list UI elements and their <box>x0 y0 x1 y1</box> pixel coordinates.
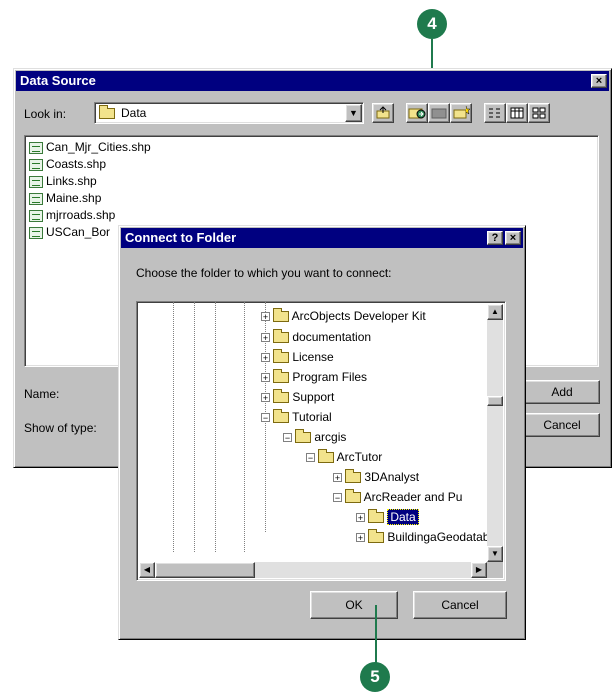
folder-icon <box>273 409 289 424</box>
folder-icon <box>273 329 289 344</box>
tree-item[interactable]: + ArcObjects Developer Kit <box>261 307 426 325</box>
scroll-thumb[interactable] <box>155 562 255 578</box>
scroll-left-icon[interactable]: ◀ <box>139 562 155 578</box>
tree-item[interactable]: + 3DAnalyst <box>333 468 419 486</box>
list-item[interactable]: USCan_Bor <box>29 224 110 240</box>
close-icon[interactable]: × <box>505 231 521 245</box>
connect-title: Connect to Folder <box>125 230 237 245</box>
list-item[interactable]: Can_Mjr_Cities.shp <box>29 139 151 155</box>
list-item[interactable]: Coasts.shp <box>29 156 106 172</box>
tree-guide-line <box>244 302 245 552</box>
details-view-icon[interactable] <box>506 103 528 123</box>
step-callout-5: 5 <box>360 662 390 692</box>
folder-icon <box>295 429 311 444</box>
folder-icon <box>368 529 384 544</box>
scroll-right-icon[interactable]: ▶ <box>471 562 487 578</box>
folder-icon <box>345 489 361 504</box>
tree-item[interactable]: + Program Files <box>261 368 367 386</box>
tree-item-selected[interactable]: + Data <box>356 508 419 526</box>
scroll-down-icon[interactable]: ▼ <box>487 546 503 562</box>
folder-icon <box>345 469 361 484</box>
data-source-titlebar: Data Source × <box>16 71 609 91</box>
chevron-down-icon[interactable]: ▼ <box>345 104 362 122</box>
look-in-label: Look in: <box>24 107 67 121</box>
step-callout-4: 4 <box>417 9 447 39</box>
cancel-button[interactable]: Cancel <box>524 413 600 437</box>
callout-leader-5 <box>375 605 377 664</box>
folder-icon <box>273 389 289 404</box>
look-in-value: Data <box>121 106 147 120</box>
tree-item[interactable]: − ArcTutor <box>306 448 382 466</box>
tree-guide-line <box>194 302 195 552</box>
folder-icon <box>273 369 289 384</box>
polygon-shapefile-icon <box>29 192 43 205</box>
new-folder-icon[interactable] <box>450 103 472 123</box>
tree-item[interactable]: + documentation <box>261 328 371 346</box>
point-shapefile-icon <box>29 175 43 188</box>
list-item[interactable]: mjrroads.shp <box>29 207 115 223</box>
tree-item[interactable]: − arcgis <box>283 428 346 446</box>
scroll-up-icon[interactable]: ▲ <box>487 304 503 320</box>
list-item[interactable]: Maine.shp <box>29 190 101 206</box>
connect-prompt: Choose the folder to which you want to c… <box>136 266 392 280</box>
tree-item[interactable]: − ArcReader and Pu <box>333 488 462 506</box>
folder-icon <box>318 449 334 464</box>
tree-guide-line <box>173 302 174 552</box>
horizontal-scrollbar[interactable]: ◀ ▶ <box>139 562 487 578</box>
folder-icon <box>99 105 115 119</box>
look-in-dropdown[interactable]: Data ▼ <box>94 102 364 124</box>
point-shapefile-icon <box>29 141 43 154</box>
list-item[interactable]: Links.shp <box>29 173 97 189</box>
list-view-icon[interactable] <box>484 103 506 123</box>
data-source-title: Data Source <box>20 73 96 88</box>
cancel-button[interactable]: Cancel <box>413 591 507 619</box>
disconnect-folder-icon[interactable] <box>428 103 450 123</box>
close-icon[interactable]: × <box>591 74 607 88</box>
type-label: Show of type: <box>24 421 97 435</box>
tree-guide-line <box>215 302 216 552</box>
ok-button[interactable]: OK <box>310 591 398 619</box>
folder-icon <box>273 349 289 364</box>
name-label: Name: <box>24 387 60 401</box>
connect-titlebar: Connect to Folder ? × <box>121 228 523 248</box>
polygon-shapefile-icon <box>29 158 43 171</box>
open-folder-icon <box>368 509 384 524</box>
help-icon[interactable]: ? <box>487 231 503 245</box>
add-button[interactable]: Add <box>524 380 600 404</box>
up-one-level-icon[interactable] <box>372 103 394 123</box>
line-shapefile-icon <box>29 226 43 239</box>
line-shapefile-icon <box>29 209 43 222</box>
tree-item[interactable]: + Support <box>261 388 334 406</box>
vertical-scrollbar[interactable]: ▲ ▼ <box>487 304 503 562</box>
folder-tree[interactable]: + ArcObjects Developer Kit + documentati… <box>136 301 506 581</box>
connect-to-folder-dialog: Connect to Folder ? × Choose the folder … <box>118 225 526 640</box>
scroll-thumb[interactable] <box>487 396 503 406</box>
tree-item[interactable]: + License <box>261 348 334 366</box>
folder-icon <box>273 308 289 323</box>
tree-item[interactable]: + BuildingaGeodatab <box>356 528 489 546</box>
thumbnail-view-icon[interactable] <box>528 103 550 123</box>
tree-item[interactable]: − Tutorial <box>261 408 332 426</box>
connect-folder-icon[interactable] <box>406 103 428 123</box>
scroll-corner <box>487 562 503 578</box>
